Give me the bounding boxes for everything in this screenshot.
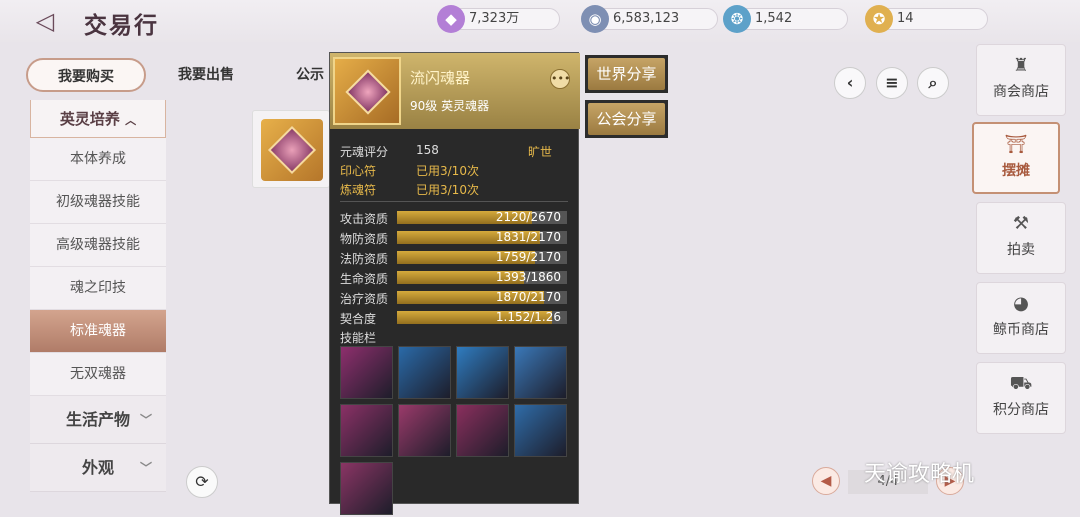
- stat-bar: 1393/1860: [397, 271, 567, 284]
- tab-buy[interactable]: 我要购买: [26, 58, 146, 92]
- tooltip-header: 流闪魂器 90级 英灵魂器 •••: [330, 53, 580, 129]
- tab-sell[interactable]: 我要出售: [160, 58, 252, 92]
- whale-icon: ◕: [1013, 293, 1029, 314]
- more-options-icon[interactable]: •••: [550, 69, 570, 89]
- skills-label: 技能栏: [340, 331, 377, 345]
- score-row: 元魂评分 158 旷世: [340, 143, 553, 159]
- group-life-products[interactable]: 生活产物 ﹀: [30, 396, 166, 444]
- meteor-icon[interactable]: [456, 404, 509, 457]
- stat-label: 生命资质: [340, 272, 389, 286]
- item-card[interactable]: [252, 110, 330, 188]
- currency-medal[interactable]: ✪ 14: [865, 5, 988, 33]
- medal-icon: ✪: [865, 5, 893, 33]
- stat-bar: 2120/2670: [397, 211, 567, 224]
- nav-points-shop[interactable]: ⛟ 积分商店: [976, 362, 1066, 434]
- stat-label: 法防资质: [340, 252, 389, 266]
- top-bar: ◁ 交易行 ◆ 7,323万 ◉ 6,583,123 ❂ 1,542 ✪ 14: [0, 0, 1080, 42]
- currency-shell[interactable]: ❂ 1,542: [723, 5, 848, 33]
- stat-bar: 1831/2170: [397, 231, 567, 244]
- shop-icon: ♜: [1012, 55, 1030, 76]
- stat-bar: 1759/2170: [397, 251, 567, 264]
- currency-coin[interactable]: ◉ 6,583,123: [581, 5, 718, 33]
- item-level: 90级 英灵魂器: [410, 99, 490, 113]
- soul-artifact-icon: [261, 119, 323, 181]
- chevron-down-icon: ﹀: [139, 461, 152, 475]
- nav-stall[interactable]: ⛩ 摆摊: [972, 122, 1060, 194]
- sword-strike-icon[interactable]: [340, 346, 393, 399]
- stat-bar: 1.152/1.26: [397, 311, 567, 324]
- stall-icon: ⛩: [1004, 134, 1028, 155]
- item-tooltip: 流闪魂器 90级 英灵魂器 ••• 元魂评分 158 旷世 印心符 已用3/10次 炼…: [329, 52, 580, 515]
- group-appearance[interactable]: 外观 ﹀: [30, 444, 166, 492]
- lightning-slash-icon[interactable]: [340, 404, 393, 457]
- sidebar-item-advanced-skill[interactable]: 高级魂器技能: [30, 224, 166, 267]
- guild-share-button[interactable]: 公会分享: [585, 100, 668, 138]
- right-nav: ♜ 商会商店 ⛩ 摆摊 ⚒ 拍卖 ◕ 鲸币商店 ⛟ 积分商店: [972, 42, 1080, 517]
- stat-value: 1759/2170: [495, 250, 561, 264]
- nav-whale-coin-shop[interactable]: ◕ 鲸币商店: [976, 282, 1066, 354]
- chevron-up-icon: ︿: [125, 114, 137, 127]
- page-title: 交易行: [84, 12, 159, 39]
- sidebar-item-basic-skill[interactable]: 初级魂器技能: [30, 181, 166, 224]
- claw-slash-icon[interactable]: [340, 462, 393, 515]
- nav-auction[interactable]: ⚒ 拍卖: [976, 202, 1066, 274]
- sidebar-item-standard[interactable]: 标准魂器: [30, 310, 166, 353]
- sidebar-item-body[interactable]: 本体养成: [30, 138, 166, 181]
- nav-chamber-shop[interactable]: ♜ 商会商店: [976, 44, 1066, 116]
- back-arrow-icon[interactable]: ◁: [28, 8, 62, 34]
- cart-icon: ⛟: [1009, 373, 1033, 394]
- stat-value: 1870/2170: [495, 290, 561, 304]
- stat-label: 契合度: [340, 312, 377, 326]
- stat-value: 1831/2170: [495, 230, 561, 244]
- stat-value: 1393/1860: [495, 270, 561, 284]
- shell-icon: ❂: [723, 5, 751, 33]
- prev-arrow-icon[interactable]: ‹: [834, 67, 866, 99]
- refresh-icon[interactable]: ⟳: [186, 466, 218, 498]
- sidebar-item-unique[interactable]: 无双魂器: [30, 353, 166, 396]
- heal-cross-icon[interactable]: [456, 346, 509, 399]
- soul-artifact-icon: [333, 57, 401, 125]
- group-hero-training[interactable]: 英灵培养 ︿: [30, 100, 166, 138]
- coin-icon: ◉: [581, 5, 609, 33]
- stat-label: 物防资质: [340, 232, 389, 246]
- stat-bar: 1870/2170: [397, 291, 567, 304]
- ice-shield-icon[interactable]: [398, 346, 451, 399]
- pink-shield-icon[interactable]: [398, 404, 451, 457]
- category-sidebar: 英灵培养 ︿ 本体养成 初级魂器技能 高级魂器技能 魂之印技 标准魂器 无双魂器…: [30, 100, 166, 492]
- refine-row: 炼魂符 已用3/10次: [340, 183, 479, 197]
- stat-label: 攻击资质: [340, 212, 389, 226]
- search-icon[interactable]: ⌕: [917, 67, 949, 99]
- chevron-down-icon: ﹀: [139, 413, 152, 427]
- sidebar-item-soul-seal[interactable]: 魂之印技: [30, 267, 166, 310]
- sort-list-icon[interactable]: ≡: [876, 67, 908, 99]
- crystal-icon: ◆: [437, 5, 465, 33]
- world-share-button[interactable]: 世界分享: [585, 55, 668, 93]
- ice-crystal-icon[interactable]: [514, 346, 567, 399]
- tab-public[interactable]: 公示: [290, 58, 330, 92]
- gavel-icon: ⚒: [1012, 213, 1030, 234]
- stat-label: 治疗资质: [340, 292, 389, 306]
- currency-crystal[interactable]: ◆ 7,323万: [437, 5, 560, 33]
- watermark: 天谕攻略机: [864, 462, 975, 487]
- stat-value: 1.152/1.26: [495, 310, 561, 324]
- item-name: 流闪魂器: [410, 69, 471, 87]
- stat-value: 2120/2670: [495, 210, 561, 224]
- seal-row: 印心符 已用3/10次: [340, 164, 479, 178]
- page-prev-icon[interactable]: ◀: [812, 467, 840, 495]
- blue-shield-icon[interactable]: [514, 404, 567, 457]
